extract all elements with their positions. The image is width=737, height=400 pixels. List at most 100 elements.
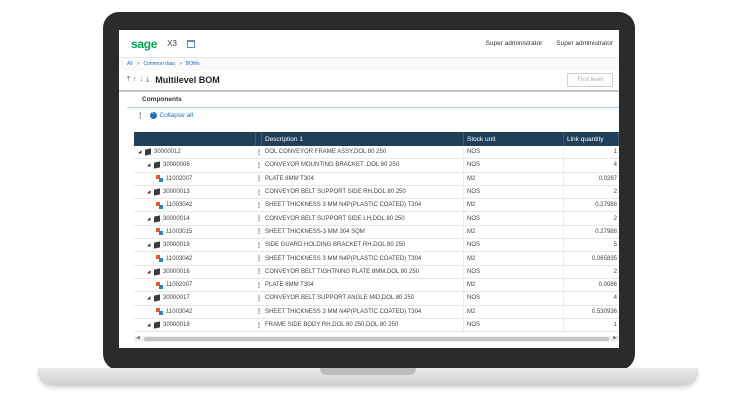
more-actions-icon[interactable]: ⋮ — [137, 111, 144, 119]
assembly-icon — [154, 321, 160, 329]
scrollbar-thumb[interactable] — [144, 337, 609, 341]
breadcrumb-boms[interactable]: BOMs — [186, 61, 200, 67]
assembly-icon — [154, 188, 160, 196]
role-link[interactable]: Super administrator — [556, 40, 613, 47]
tree-cell[interactable]: 11003042 — [134, 306, 256, 318]
link-quantity-cell: 2 — [613, 189, 617, 196]
table-row[interactable]: 11003042 ⋮ SHEET THICKNESS 3 MM N4P(PLASTI… — [134, 305, 619, 319]
link-quantity-cell: 1 — [613, 322, 617, 328]
tree-cell[interactable]: ◢ 30000019 — [134, 239, 256, 251]
components-grid: Description 1 Stock unit Link quantity ◢… — [134, 132, 619, 333]
tree-cell[interactable]: 11003042 — [134, 199, 256, 211]
table-row[interactable]: ◢ 30000019 ⋮ SIDE GUARD HOLDING BRACKET RH,… — [134, 239, 619, 253]
calendar-icon[interactable] — [186, 39, 195, 48]
stock-unit-cell: M2 — [464, 278, 564, 292]
top-bar: sage X3 Super administrator Super admini… — [119, 30, 619, 58]
next-record-icon[interactable]: ↓ — [140, 76, 144, 84]
description-column-header[interactable]: Description 1 — [262, 132, 464, 146]
tree-cell[interactable]: ◢ 30000017 — [134, 292, 256, 304]
item-code[interactable]: 11002007 — [166, 176, 192, 182]
breadcrumb-common-data[interactable]: Common data — [143, 61, 174, 67]
table-row[interactable]: ◢ 30000017 ⋮ CONVEYOR BELT SUPPORT ANGLE MI… — [134, 292, 619, 306]
item-code[interactable]: 30000006 — [163, 162, 190, 168]
breadcrumb: All > Common data > BOMs — [119, 58, 619, 70]
horizontal-scrollbar[interactable]: ◀ ▶ — [134, 335, 619, 342]
expand-toggle-icon[interactable]: ◢ — [138, 149, 143, 155]
item-code[interactable]: 11003042 — [166, 202, 192, 208]
collapse-all-link[interactable]: Collapse all — [160, 112, 194, 119]
tree-cell[interactable]: ◢ 30000016 — [134, 266, 256, 278]
description-cell: CONVEYOR BELT SUPPORT ANGLE MID,DOL 80 2… — [262, 292, 464, 305]
item-code[interactable]: 11003015 — [166, 229, 192, 235]
assembly-icon — [154, 268, 160, 276]
breadcrumb-separator: > — [136, 61, 140, 67]
sage-logo[interactable]: sage — [131, 37, 157, 51]
stock-unit-cell: NOS — [464, 239, 564, 252]
table-row[interactable]: ◢ 30000014 ⋮ CONVEYOR BELT SUPPORT SIDE LH,… — [134, 212, 619, 226]
link-quantity-cell: 0.27988 — [595, 228, 617, 235]
tree-cell[interactable]: ◢ 30000014 — [134, 212, 256, 224]
item-code[interactable]: 30000016 — [163, 269, 190, 275]
link-quantity-column-header[interactable]: Link quantity — [564, 132, 619, 146]
last-record-icon[interactable]: ⤓ — [146, 76, 149, 84]
expand-toggle-icon[interactable]: ◢ — [147, 295, 152, 301]
item-code[interactable]: 30000019 — [163, 242, 190, 248]
assembly-icon — [154, 294, 160, 303]
tree-cell[interactable]: 11003042 — [134, 252, 256, 264]
collapse-icon[interactable]: ⌃ — [149, 111, 157, 119]
assembly-icon — [145, 148, 151, 156]
expand-toggle-icon[interactable]: ◢ — [147, 242, 152, 248]
description-cell: PLATE 8MM T304 — [262, 172, 464, 185]
tree-cell[interactable]: ◢ 30000018 — [134, 319, 256, 331]
grid-header: Description 1 Stock unit Link quantity — [134, 132, 619, 146]
stock-unit-cell: NOS — [464, 265, 564, 278]
expand-toggle-icon[interactable]: ◢ — [147, 322, 152, 328]
item-code[interactable]: 30000012 — [154, 149, 181, 155]
item-code[interactable]: 11003042 — [166, 309, 192, 315]
scroll-right-icon[interactable]: ▶ — [613, 335, 617, 341]
table-row[interactable]: 11002007 ⋮ PLATE 8MM T304 M2 0.0267 — [134, 172, 619, 186]
description-cell: SHEET THICKNESS-3 MM 304 SQM — [262, 225, 464, 239]
table-row[interactable]: ◢ 30000006 ⋮ CONVEYOR MOUNTING BRACKET ,DOL… — [134, 159, 619, 173]
description-cell: SHEET THICKNESS 3 MM N4P(PLASTIC COATED)… — [262, 199, 464, 212]
table-row[interactable]: 11003042 ⋮ SHEET THICKNESS 3 MM N4P(PLASTI… — [134, 199, 619, 213]
title-bar: ⤒ ↑ ↓ ⤓ Multilevel BOM First level — [119, 70, 619, 92]
expand-toggle-icon[interactable]: ◢ — [147, 162, 152, 168]
link-quantity-cell: 0.27988 — [595, 202, 617, 209]
tree-cell[interactable]: ◢ 30000013 — [134, 186, 256, 198]
link-quantity-cell: 0.065835 — [591, 255, 617, 262]
link-quantity-cell: 1 — [613, 149, 617, 156]
first-record-icon[interactable]: ⤒ — [127, 76, 130, 84]
item-code[interactable]: 11003042 — [166, 256, 192, 262]
stock-unit-cell: NOS — [464, 212, 564, 225]
expand-toggle-icon[interactable]: ◢ — [147, 269, 152, 275]
record-navigation: ⤒ ↑ ↓ ⤓ — [127, 76, 149, 84]
table-row[interactable]: 11003015 ⋮ SHEET THICKNESS-3 MM 304 SQM M2 0… — [134, 225, 619, 240]
table-row[interactable]: ◢ 30000018 ⋮ FRAME SIDE BODY RH,DOL 80 250,… — [134, 318, 619, 333]
first-level-button[interactable]: First level — [567, 73, 613, 87]
item-code[interactable]: 30000014 — [163, 216, 190, 222]
tree-cell[interactable]: 11002007 — [134, 173, 256, 185]
assembly-icon — [154, 161, 160, 170]
expand-toggle-icon[interactable]: ◢ — [147, 216, 152, 222]
user-link[interactable]: Super administrator — [486, 40, 543, 47]
stock-unit-column-header[interactable]: Stock unit — [464, 132, 564, 146]
scroll-left-icon[interactable]: ◀ — [136, 335, 140, 341]
tree-cell[interactable]: ◢ 30000006 — [134, 159, 256, 171]
table-row[interactable]: 11002007 ⋮ PLATE 8MM T304 M2 0.0086 — [134, 278, 619, 293]
table-row[interactable]: ◢ 30000016 ⋮ CONVEYOR BELT TIGHTNING PLATE … — [134, 265, 619, 279]
stock-unit-cell: NOS — [464, 146, 564, 159]
expand-toggle-icon[interactable]: ◢ — [147, 189, 152, 195]
tree-cell[interactable]: 11003015 — [134, 226, 256, 238]
table-row[interactable]: ◢ 30000013 ⋮ CONVEYOR BELT SUPPORT SIDE RH,… — [134, 185, 619, 200]
item-code[interactable]: 30000017 — [163, 295, 190, 301]
item-code[interactable]: 30000013 — [163, 189, 190, 195]
tree-cell[interactable]: 11002007 — [134, 279, 256, 291]
table-row[interactable]: 11003042 ⋮ SHEET THICKNESS 3 MM N4P(PLASTI… — [134, 252, 619, 266]
tree-cell[interactable]: ◢ 30000012 — [134, 146, 256, 158]
item-code[interactable]: 30000018 — [163, 322, 190, 328]
breadcrumb-all[interactable]: All — [127, 61, 133, 67]
previous-record-icon[interactable]: ↑ — [133, 76, 137, 84]
table-row[interactable]: ◢ 30000012 ⋮ DOL CONVEYOR FRAME ASSY,DOL 80… — [134, 146, 619, 160]
item-code[interactable]: 11002007 — [166, 282, 192, 288]
